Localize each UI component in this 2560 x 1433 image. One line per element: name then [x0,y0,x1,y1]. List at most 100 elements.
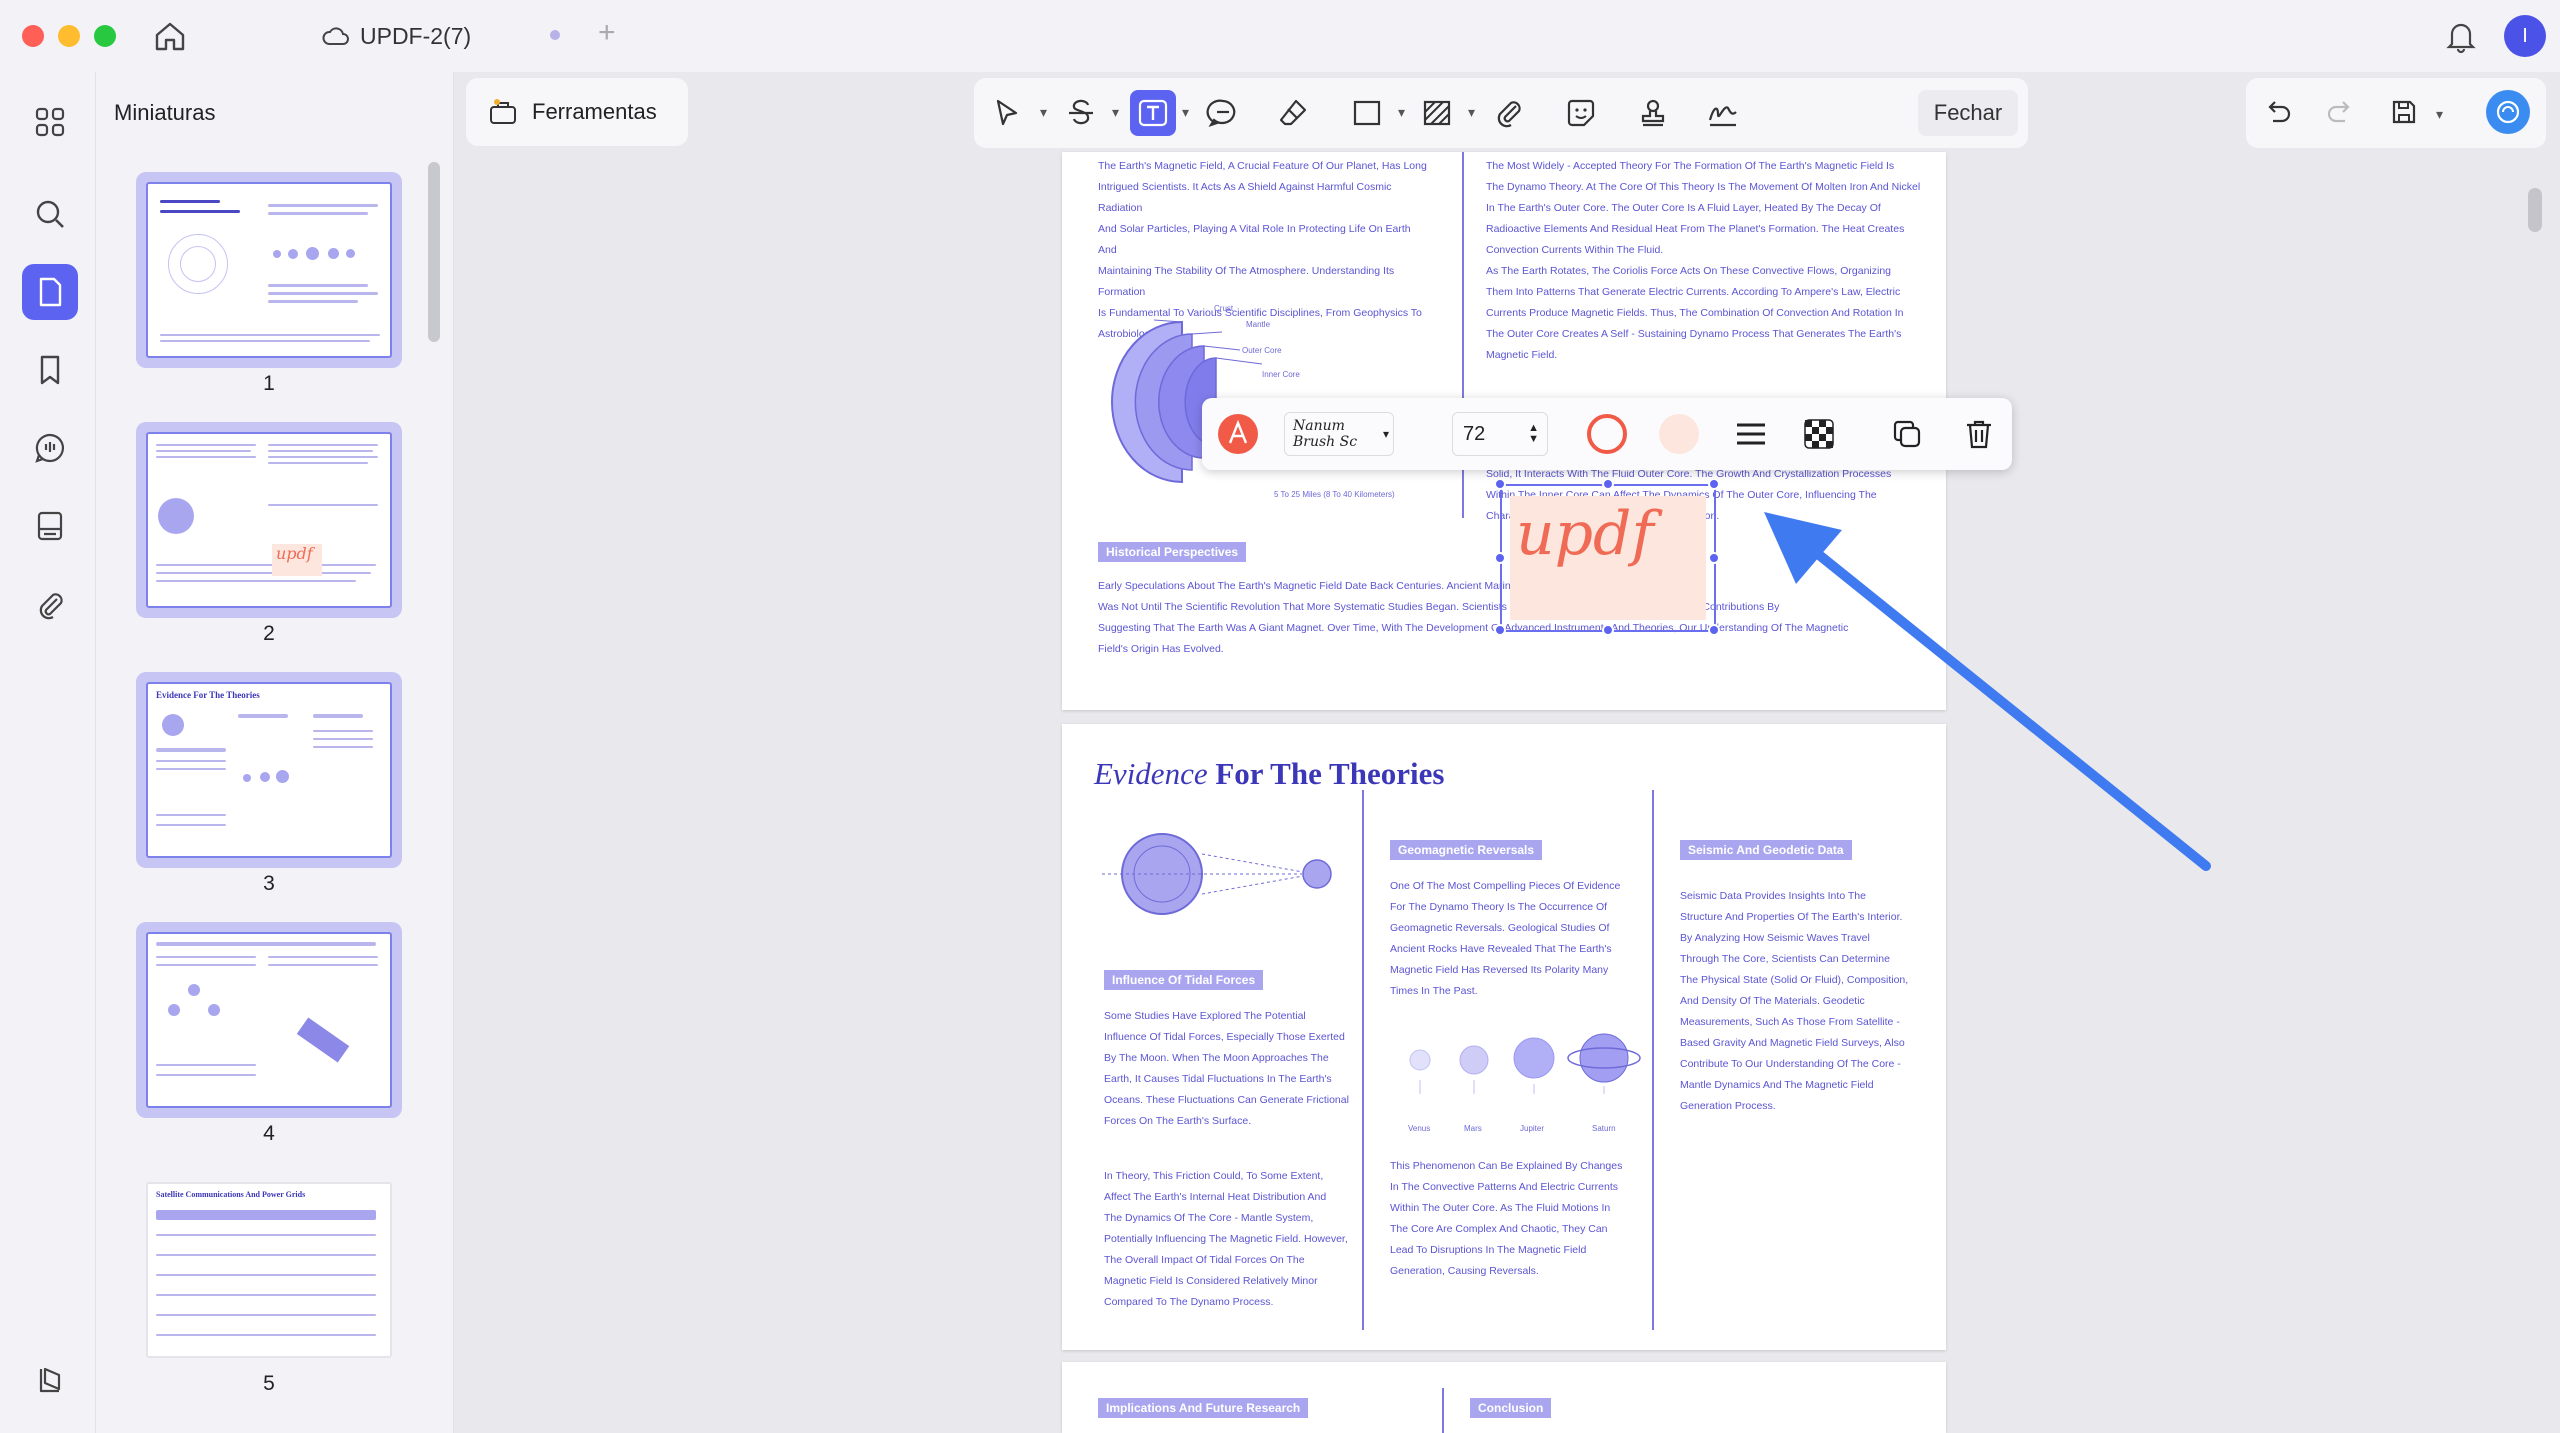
resize-handle[interactable] [1708,552,1720,564]
thumbnail-page-3[interactable]: Evidence For The Theories [136,672,402,868]
select-tool[interactable] [984,90,1030,136]
chevron-down-icon[interactable]: ▾ [1112,104,1119,121]
chevron-down-icon[interactable]: ▾ [1040,104,1047,121]
chevron-down-icon[interactable]: ▾ [1182,104,1189,121]
column-divider [1652,790,1654,1330]
sticker-icon [1567,99,1595,127]
font-family-value: Nanum Brush Sc [1293,418,1358,450]
panel-title: Miniaturas [114,100,216,125]
delete-button[interactable] [1956,412,2002,456]
close-edit-button[interactable]: Fechar [1918,90,2018,136]
form-icon [37,511,63,541]
strikethrough-tool[interactable] [1058,90,1104,136]
column-divider [1362,790,1364,1330]
chevron-down-icon[interactable]: ▾ [1398,104,1405,121]
resize-handle[interactable] [1708,624,1720,636]
ai-assistant-button[interactable] [2486,90,2530,134]
left-icon-rail [0,72,96,1433]
tools-label: Ferramentas [532,99,657,124]
shape-tool[interactable] [1344,90,1390,136]
chevron-down-icon[interactable]: ▾ [2436,106,2443,123]
stepper-arrows-icon[interactable]: ▲ ▼ [1528,423,1539,445]
layers-button[interactable] [22,1352,78,1408]
redo-button[interactable] [2320,92,2360,132]
section-heading: Seismic And Geodetic Data [1680,840,1852,860]
grid-icon [35,107,65,137]
planet-label: Venus [1408,1124,1431,1133]
cloud-icon [322,27,349,45]
thumbnail-page-4[interactable] [136,922,402,1118]
text-annotation-selection[interactable]: updf [1494,478,1720,636]
thumbnail-page-5[interactable]: Satellite Communications And Power Grids [136,1172,402,1368]
trash-icon [1967,420,1991,449]
undo-button[interactable] [2258,92,2298,132]
resize-handle[interactable] [1602,624,1614,636]
line-style-button[interactable] [1728,412,1774,456]
document-scrollbar[interactable] [2528,188,2542,232]
ai-icon [2496,100,2520,124]
apps-button[interactable] [22,94,78,150]
resize-handle[interactable] [1708,478,1720,490]
thumbnail-page-2[interactable]: updf [136,422,402,618]
thumbnail-number: 4 [263,1122,275,1145]
comments-button[interactable] [22,420,78,476]
bookmarks-button[interactable] [22,342,78,398]
text-format-bar: Nanum Brush Sc ▾ 72 ▲ ▼ [1202,398,2012,470]
font-family-select[interactable]: Nanum Brush Sc ▾ [1284,412,1394,456]
tidal-forces-diagram [1102,833,1332,915]
rectangle-icon [1353,100,1381,126]
form-fields-button[interactable] [22,498,78,554]
font-size-stepper[interactable]: 72 ▲ ▼ [1452,412,1548,456]
opacity-button[interactable] [1796,412,1842,456]
maximize-window-button[interactable] [94,25,116,47]
search-button[interactable] [22,186,78,242]
thumbnail-number: 1 [263,372,275,395]
area-tool[interactable] [1414,90,1460,136]
resize-handle[interactable] [1494,624,1506,636]
thumbnail-number: 5 [263,1372,275,1395]
thumbnail-page-1[interactable] [136,172,402,368]
avatar[interactable]: I [2504,15,2546,57]
resize-handle[interactable] [1494,478,1506,490]
stamp-tool[interactable] [1630,90,1676,136]
copy-icon [1893,420,1921,448]
layers-icon [39,1367,61,1393]
save-button[interactable] [2384,92,2424,132]
lines-icon [1737,423,1765,445]
dynamo-theory-text: The Most Widely - Accepted Theory For Th… [1486,160,1921,361]
close-window-button[interactable] [22,25,44,47]
paperclip-icon [39,593,63,620]
circle-fill-icon [1659,414,1699,454]
section-heading: Conclusion [1470,1398,1552,1418]
fill-color-button[interactable] [1656,412,1702,456]
signature-tool[interactable] [1700,90,1746,136]
pdf-page-4: Implications And Future Research Conclus… [1062,1362,1946,1433]
home-icon[interactable] [152,18,188,54]
attachments-button[interactable] [22,576,78,632]
thumbnails-scrollbar[interactable] [428,162,440,342]
comment-tool[interactable] [1200,90,1246,136]
planet-label: Jupiter [1520,1124,1545,1133]
eraser-tool[interactable] [1270,90,1316,136]
resize-handle[interactable] [1602,478,1614,490]
duplicate-button[interactable] [1884,412,1930,456]
annotation-text[interactable]: updf [1516,504,1654,564]
page-title: Evidence For The Theories [1094,756,1445,791]
paperclip-icon [1497,101,1521,128]
border-color-button[interactable] [1584,412,1630,456]
text-color-button[interactable] [1216,412,1260,456]
chevron-down-icon[interactable]: ▾ [1468,104,1475,121]
sticker-tool[interactable] [1558,90,1604,136]
minimize-window-button[interactable] [58,25,80,47]
resize-handle[interactable] [1494,552,1506,564]
signature-icon [1708,106,1737,127]
tools-button[interactable]: Ferramentas [466,78,688,146]
attach-tool[interactable] [1486,90,1532,136]
new-tab-button[interactable]: + [598,16,616,50]
document-tab[interactable]: UPDF-2(7) [322,18,471,54]
text-box-tool[interactable] [1130,90,1176,136]
thumbnails-button[interactable] [22,264,78,320]
diagram-label: Inner Core [1262,370,1300,379]
thumbnail-stamp: updf [272,544,322,576]
bell-icon[interactable] [2444,18,2478,54]
